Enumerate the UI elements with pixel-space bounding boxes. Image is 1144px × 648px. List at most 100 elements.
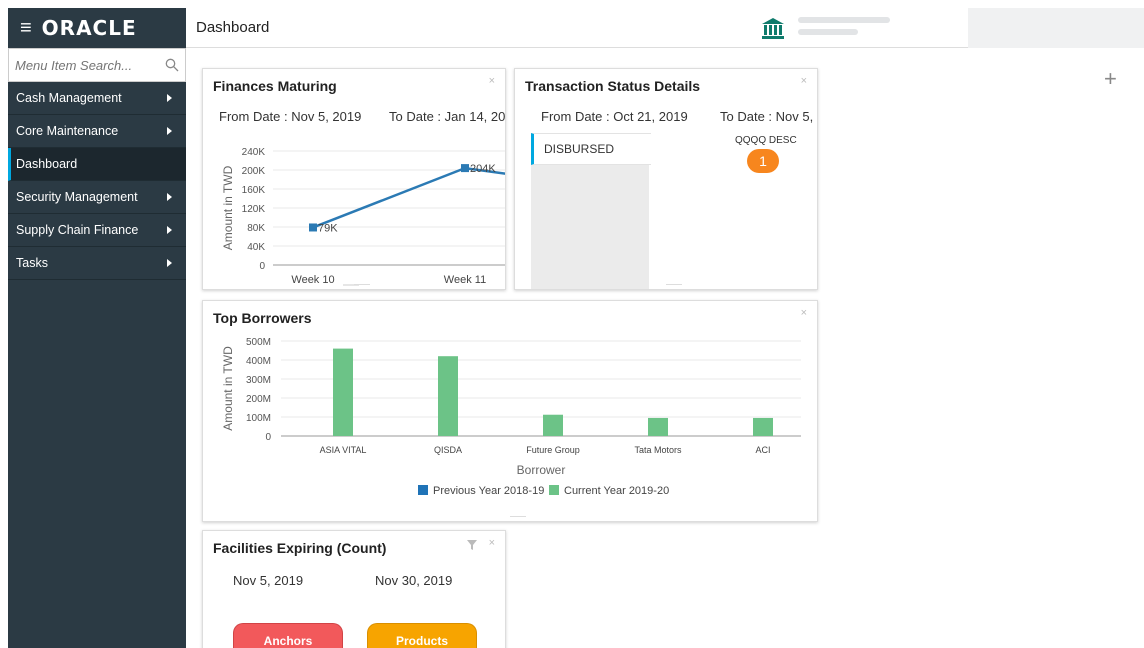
search-icon[interactable] bbox=[165, 58, 179, 72]
bar bbox=[753, 417, 773, 436]
status-tab-disbursed[interactable]: DISBURSED bbox=[531, 133, 651, 165]
resize-handle[interactable] bbox=[666, 284, 682, 285]
sidebar-item-label: Dashboard bbox=[16, 157, 78, 171]
y-axis-label: Amount in TWD bbox=[221, 165, 235, 250]
x-tick-label: Future Group bbox=[526, 445, 580, 455]
y-tick-label: 300M bbox=[246, 375, 271, 386]
y-tick-label: 200M bbox=[246, 394, 271, 405]
data-label: 204K bbox=[470, 163, 496, 175]
user-menu-redacted[interactable] bbox=[968, 8, 1144, 48]
x-tick-label: Tata Motors bbox=[634, 445, 682, 455]
tile-label: Products bbox=[395, 634, 448, 648]
y-tick-label: 400M bbox=[246, 356, 271, 367]
x-tick-label: Week 11 bbox=[444, 274, 486, 286]
finances-line-chart: 0 40K 80K 120K 160K 200K 240K Amount in TWD Week… bbox=[221, 147, 505, 286]
page-title: Dashboard bbox=[196, 19, 270, 36]
y-tick-label: 100M bbox=[246, 413, 271, 424]
status-list: DISBURSED bbox=[531, 133, 651, 289]
products-tile[interactable]: Products 9 bbox=[367, 623, 477, 648]
sidebar-item-label: Security Management bbox=[16, 190, 138, 204]
filter-icon[interactable] bbox=[467, 540, 477, 550]
menu-search-input[interactable] bbox=[15, 57, 145, 73]
hamburger-menu-icon[interactable]: ≡ bbox=[20, 18, 32, 38]
y-tick-label: 240K bbox=[242, 147, 266, 158]
oracle-logo: ORACLE bbox=[41, 16, 137, 40]
caret-right-icon bbox=[167, 226, 172, 234]
bar bbox=[648, 417, 668, 436]
y-tick-label: 120K bbox=[242, 204, 266, 215]
widget-title: Top Borrowers bbox=[213, 310, 312, 326]
from-date: From Date : Nov 5, 2019 bbox=[219, 109, 362, 124]
widget-title: Transaction Status Details bbox=[525, 78, 701, 94]
bank-icon[interactable] bbox=[761, 16, 785, 40]
y-tick-label: 0 bbox=[265, 432, 271, 443]
close-icon[interactable]: × bbox=[801, 75, 807, 87]
resize-handle[interactable] bbox=[510, 516, 526, 517]
to-date: Nov 30, 2019 bbox=[375, 573, 453, 588]
sidebar-item-label: Core Maintenance bbox=[16, 124, 119, 138]
app-header: Dashboard bbox=[186, 8, 1144, 48]
close-icon[interactable]: × bbox=[801, 307, 807, 319]
y-axis-label: Amount in TWD bbox=[221, 346, 235, 431]
series-line bbox=[312, 166, 505, 229]
to-date: To Date : Jan 14, 2020 bbox=[389, 109, 506, 124]
count-badge[interactable]: 1 bbox=[747, 149, 779, 173]
x-tick-label: ASIA VITAL bbox=[320, 445, 367, 455]
tile-label: Anchors bbox=[263, 634, 313, 648]
caret-right-icon bbox=[167, 193, 172, 201]
sidebar-item-label: Supply Chain Finance bbox=[16, 223, 139, 237]
caret-right-icon bbox=[167, 94, 172, 102]
data-label: 79K bbox=[318, 222, 338, 234]
y-tick-label: 160K bbox=[242, 185, 266, 196]
data-point bbox=[461, 164, 469, 173]
sidebar-item-tasks[interactable]: Tasks bbox=[8, 247, 186, 280]
sidebar-item-dashboard[interactable]: Dashboard bbox=[8, 148, 186, 181]
widget-title: Finances Maturing bbox=[213, 78, 337, 94]
anchors-tile[interactable]: Anchors 12 bbox=[233, 623, 343, 648]
y-tick-label: 200K bbox=[242, 166, 266, 177]
x-tick-label: Week 10 bbox=[291, 274, 334, 286]
x-axis-label: Borrower bbox=[517, 463, 566, 477]
sidebar-item-label: Tasks bbox=[16, 256, 48, 270]
sidebar: Cash Management Core Maintenance Dashboa… bbox=[8, 48, 186, 648]
top-borrowers-widget: Top Borrowers × 0 100M 200M 300M 400M 500M Amo… bbox=[202, 300, 818, 522]
caret-right-icon bbox=[167, 127, 172, 135]
widget-title: Facilities Expiring (Count) bbox=[213, 540, 387, 556]
transaction-status-widget: Transaction Status Details × From Date :… bbox=[514, 68, 818, 290]
finances-maturing-widget: Finances Maturing × From Date : Nov 5, 2… bbox=[202, 68, 506, 290]
sidebar-item-cash-management[interactable]: Cash Management bbox=[8, 82, 186, 115]
add-widget-button[interactable]: + bbox=[1104, 68, 1117, 90]
from-date: From Date : Oct 21, 2019 bbox=[541, 109, 688, 124]
bar bbox=[333, 348, 353, 436]
caret-right-icon bbox=[167, 259, 172, 267]
to-date: To Date : Nov 5, bbox=[720, 109, 814, 124]
dashboard-content: + Finances Maturing × From Date : Nov 5,… bbox=[186, 48, 1144, 648]
from-date: Nov 5, 2019 bbox=[233, 573, 304, 588]
facilities-expiring-widget: Facilities Expiring (Count) × Nov 5, 201… bbox=[202, 530, 506, 648]
sidebar-item-supply-chain-finance[interactable]: Supply Chain Finance bbox=[8, 214, 186, 247]
data-point bbox=[309, 223, 317, 232]
menu-search bbox=[8, 48, 186, 82]
x-tick-label: ACI bbox=[755, 445, 770, 455]
close-icon[interactable]: × bbox=[489, 537, 495, 549]
top-borrowers-bar-chart: 0 100M 200M 300M 400M 500M Amount in TWD ASIA V… bbox=[221, 337, 801, 497]
user-info-redacted bbox=[798, 17, 898, 41]
legend-swatch bbox=[549, 485, 559, 495]
y-tick-label: 500M bbox=[246, 337, 271, 348]
y-tick-label: 80K bbox=[247, 223, 265, 234]
y-tick-label: 0 bbox=[259, 261, 265, 272]
legend-swatch bbox=[418, 485, 428, 495]
bar bbox=[543, 414, 563, 436]
app-header-brand: ≡ ORACLE bbox=[8, 8, 186, 48]
x-tick-label: QISDA bbox=[434, 445, 462, 455]
close-icon[interactable]: × bbox=[489, 75, 495, 87]
sidebar-item-security-management[interactable]: Security Management bbox=[8, 181, 186, 214]
legend-label: Previous Year 2018-19 bbox=[433, 485, 544, 497]
legend-label: Current Year 2019-20 bbox=[564, 485, 669, 497]
bar bbox=[438, 356, 458, 436]
resize-handle[interactable] bbox=[354, 284, 370, 285]
status-desc-label: QQQQ DESC bbox=[735, 135, 797, 146]
sidebar-item-label: Cash Management bbox=[16, 91, 122, 105]
sidebar-item-core-maintenance[interactable]: Core Maintenance bbox=[8, 115, 186, 148]
y-tick-label: 40K bbox=[247, 242, 265, 253]
